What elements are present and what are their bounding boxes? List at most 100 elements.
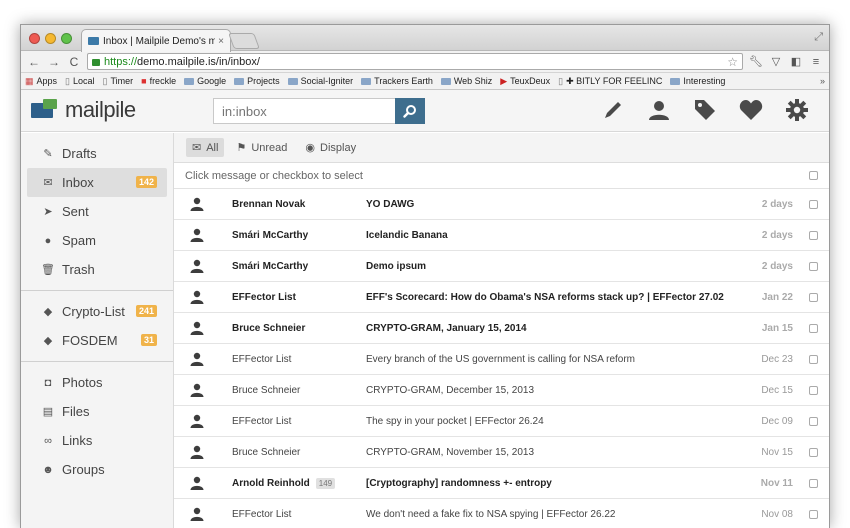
sidebar-item-crypto-list[interactable]: ◆ Crypto-List 241 [27, 297, 167, 326]
browser-window: Inbox | Mailpile Demo's m × ⤢ ← → C http… [20, 24, 830, 528]
message-checkbox[interactable] [809, 354, 818, 364]
message-subject: We don't need a fake fix to NSA spying |… [366, 508, 616, 520]
message-from: EFFector List [232, 509, 291, 520]
message-row[interactable]: EFFector List EFF's Scorecard: How do Oba… [174, 282, 829, 313]
avatar-person-icon [190, 259, 204, 273]
bookmark-item[interactable]: Interesting [670, 76, 725, 86]
compose-button[interactable] [599, 96, 627, 124]
address-bar[interactable]: https:// demo.mailpile.is/in/inbox/ ☆ [87, 53, 743, 70]
message-checkbox[interactable] [809, 385, 818, 395]
folder-icon [670, 77, 681, 85]
sender-name: Brennan Novak [232, 198, 306, 210]
message-subject: Every branch of the US government is cal… [366, 353, 636, 365]
close-window-button[interactable] [29, 33, 40, 44]
message-row[interactable]: Smári McCarthy Icelandic Banana 2 days [174, 220, 829, 251]
sidebar-item-sent[interactable]: ➤ Sent [27, 197, 167, 226]
message-checkbox[interactable] [809, 292, 818, 302]
sidebar-item-files[interactable]: ▤ Files [27, 397, 167, 426]
mailpile-logo[interactable]: mailpile [31, 97, 136, 123]
message-pane: ✉ All ⚑ Unread ◉ Display Click message o… [174, 133, 829, 528]
select-hint: Click message or checkbox to select [185, 169, 363, 182]
bookmark-item[interactable]: Social-Igniter [287, 76, 354, 86]
bookmark-label: Social-Igniter [300, 76, 354, 86]
sidebar-item-trash[interactable]: 🗑︎ Trash [27, 255, 167, 284]
fullscreen-icon[interactable]: ⤢ [814, 31, 823, 44]
paper-plane-icon: ➤ [43, 206, 53, 218]
message-checkbox[interactable] [809, 230, 818, 240]
flag-icon: ⚑ [236, 142, 247, 154]
bookmark-item[interactable]: ▯ Local [65, 76, 94, 87]
filter-all[interactable]: ✉ All [186, 138, 225, 157]
message-checkbox[interactable] [809, 261, 818, 271]
bookmarks-overflow-button[interactable]: » [820, 76, 825, 86]
message-checkbox[interactable] [809, 478, 818, 488]
message-row[interactable]: EFFector List The spy in your pocket | EF… [174, 406, 829, 437]
extension-icon[interactable]: ◧ [789, 55, 803, 68]
message-checkbox[interactable] [809, 416, 818, 426]
sender-name: Smári McCarthy [232, 260, 309, 272]
bookmark-item[interactable]: ▶ TeuxDeux [500, 76, 550, 87]
message-row[interactable]: Brennan Novak YO DAWG 2 days [174, 189, 829, 220]
favorites-button[interactable] [737, 96, 765, 124]
maximize-window-button[interactable] [61, 33, 72, 44]
tab-close-icon[interactable]: × [218, 36, 224, 47]
new-tab-button[interactable] [228, 33, 260, 49]
select-all-checkbox[interactable] [809, 171, 818, 180]
pen-icon [605, 102, 621, 118]
bookmark-item[interactable]: Trackers Earth [361, 76, 433, 86]
message-checkbox[interactable] [809, 323, 818, 333]
bookmark-item[interactable]: ▦ Apps [25, 76, 57, 87]
tags-button[interactable] [691, 96, 719, 124]
sidebar-item-drafts[interactable]: ✎ Drafts [27, 139, 167, 168]
back-arrow-icon[interactable]: ← [27, 55, 41, 69]
wrench-icon[interactable]: 🔧︎ [749, 55, 763, 68]
message-row[interactable]: EFFector List Every branch of the US gove… [174, 344, 829, 375]
settings-button[interactable] [783, 96, 811, 124]
bookmark-item[interactable]: Projects [234, 76, 280, 86]
bookmark-star-icon[interactable]: ☆ [727, 55, 738, 69]
message-row[interactable]: Bruce Schneier CRYPTO-GRAM, November 15, … [174, 437, 829, 468]
message-checkbox[interactable] [809, 509, 818, 519]
message-row[interactable]: Bruce Schneier CRYPTO-GRAM, December 15, … [174, 375, 829, 406]
pocket-icon[interactable]: ▽ [769, 55, 783, 68]
folder-icon [234, 77, 245, 85]
sidebar-item-photos[interactable]: ◘ Photos [27, 368, 167, 397]
sidebar-item-fosdem[interactable]: ◆ FOSDEM 31 [27, 326, 167, 355]
sidebar-item-spam[interactable]: ● Spam [27, 226, 167, 255]
bookmark-item[interactable]: ▯ ✚ BITLY FOR FEELINC [558, 76, 662, 87]
message-date: Nov 15 [761, 446, 793, 458]
minimize-window-button[interactable] [45, 33, 56, 44]
forward-arrow-icon[interactable]: → [47, 55, 61, 69]
bookmark-item[interactable]: Google [184, 76, 226, 86]
message-checkbox[interactable] [809, 199, 818, 209]
menu-icon[interactable]: ≡ [809, 56, 823, 68]
bookmark-item[interactable]: ▯ Timer [103, 76, 134, 87]
sidebar-item-groups[interactable]: ☻ Groups [27, 455, 167, 484]
message-row[interactable]: EFFector List We don't need a fake fix to… [174, 499, 829, 528]
filter-display[interactable]: ◉ Display [299, 138, 362, 157]
contacts-button[interactable] [645, 96, 673, 124]
sidebar-divider [21, 290, 173, 291]
filter-unread[interactable]: ⚑ Unread [230, 138, 293, 157]
avatar-person-icon [190, 476, 204, 490]
search-input[interactable] [213, 98, 395, 124]
message-from: EFFector List [232, 354, 291, 365]
message-row[interactable]: Smári McCarthy Demo ipsum 2 days [174, 251, 829, 282]
reload-icon[interactable]: C [67, 55, 81, 69]
bookmark-label: Projects [247, 76, 280, 86]
bookmark-item[interactable]: Web Shiz [440, 76, 492, 86]
message-subject: CRYPTO-GRAM, January 15, 2014 [366, 322, 527, 334]
bookmark-item[interactable]: ■ freckle [141, 76, 176, 86]
message-date: 2 days [761, 260, 793, 272]
search-button[interactable] [395, 98, 425, 124]
eye-icon: ◉ [305, 142, 316, 154]
browser-tab-inbox[interactable]: Inbox | Mailpile Demo's m × [81, 29, 231, 52]
message-checkbox[interactable] [809, 447, 818, 457]
message-row[interactable]: Bruce Schneier CRYPTO-GRAM, January 15, 2… [174, 313, 829, 344]
sidebar-item-links[interactable]: ∞ Links [27, 426, 167, 455]
sidebar-item-inbox[interactable]: ✉ Inbox 142 [27, 168, 167, 197]
message-row[interactable]: Arnold Reinhold 149 [Cryptography] randomn… [174, 468, 829, 499]
message-from: Smári McCarthy [232, 261, 308, 272]
folder-icon [440, 77, 451, 85]
bookmark-label: Local [72, 76, 95, 86]
